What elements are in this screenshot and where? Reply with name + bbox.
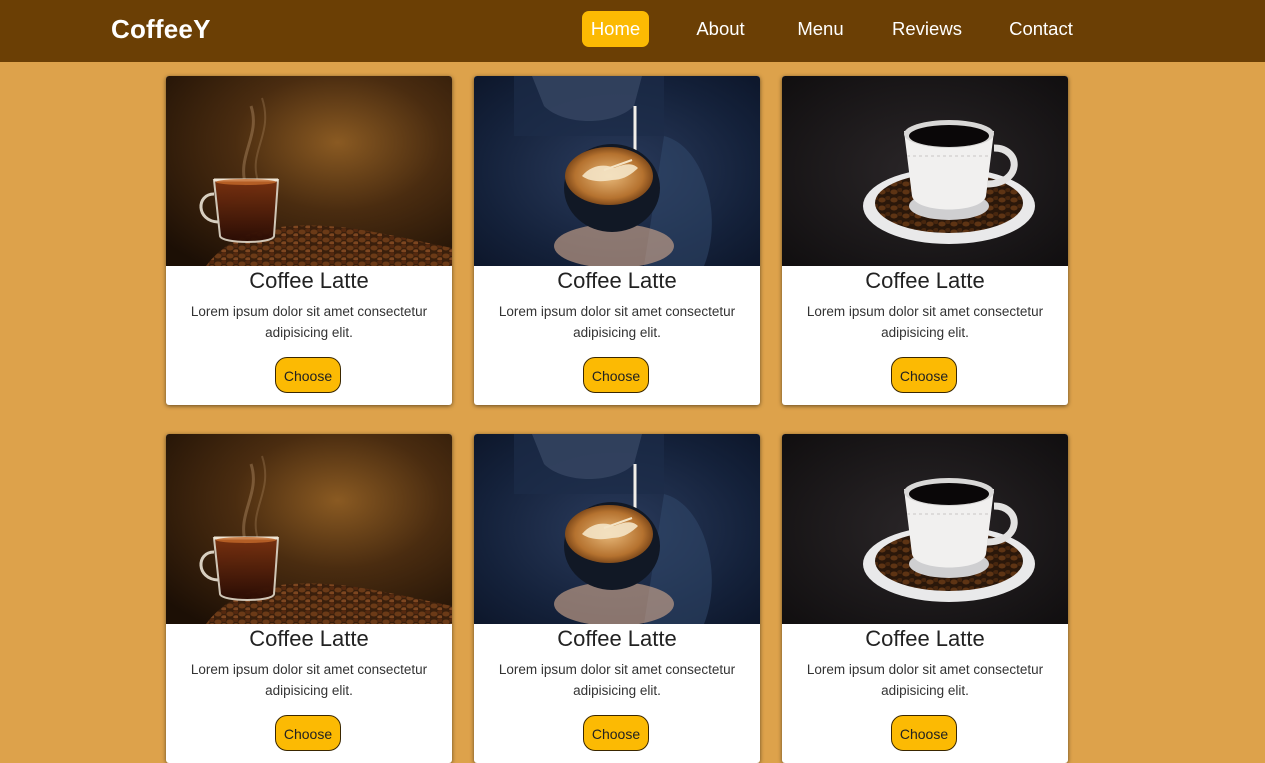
card-title: Coffee Latte [865,626,985,651]
card-description: Lorem ipsum dolor sit amet consectetur a… [498,304,736,340]
choose-button[interactable]: Choose [583,357,649,393]
choose-button[interactable]: Choose [583,715,649,751]
card-title: Coffee Latte [249,626,369,651]
product-card: Coffee Latte Lorem ipsum dolor sit amet … [474,76,760,405]
choose-button[interactable]: Choose [275,357,341,393]
white-cup-on-saucer-photo [782,434,1068,624]
white-cup-on-saucer-photo [782,76,1068,266]
nav-item-about[interactable]: About [687,11,754,47]
glass-coffee-with-beans-photo [166,434,452,624]
brand-logo[interactable]: CoffeeY [111,14,211,45]
choose-button[interactable]: Choose [891,715,957,751]
card-description: Lorem ipsum dolor sit amet consectetur a… [190,304,428,340]
nav-item-menu[interactable]: Menu [787,11,854,47]
card-description: Lorem ipsum dolor sit amet consectetur a… [190,662,428,698]
product-card: Coffee Latte Lorem ipsum dolor sit amet … [474,434,760,763]
choose-button[interactable]: Choose [891,357,957,393]
nav-item-reviews[interactable]: Reviews [885,11,969,47]
card-description: Lorem ipsum dolor sit amet consectetur a… [806,662,1044,698]
glass-coffee-with-beans-photo [166,76,452,266]
latte-art-pour-photo [474,434,760,624]
product-card: Coffee Latte Lorem ipsum dolor sit amet … [782,434,1068,763]
card-title: Coffee Latte [249,268,369,293]
nav-item-contact[interactable]: Contact [1000,11,1082,47]
card-description: Lorem ipsum dolor sit amet consectetur a… [498,662,736,698]
card-description: Lorem ipsum dolor sit amet consectetur a… [806,304,1044,340]
card-title: Coffee Latte [865,268,985,293]
latte-art-pour-photo [474,76,760,266]
product-card: Coffee Latte Lorem ipsum dolor sit amet … [166,434,452,763]
navbar: CoffeeY Home About Menu Reviews Contact [0,0,1265,62]
product-card: Coffee Latte Lorem ipsum dolor sit amet … [166,76,452,405]
nav-item-home[interactable]: Home [582,11,649,47]
card-title: Coffee Latte [557,268,677,293]
product-card: Coffee Latte Lorem ipsum dolor sit amet … [782,76,1068,405]
choose-button[interactable]: Choose [275,715,341,751]
card-title: Coffee Latte [557,626,677,651]
